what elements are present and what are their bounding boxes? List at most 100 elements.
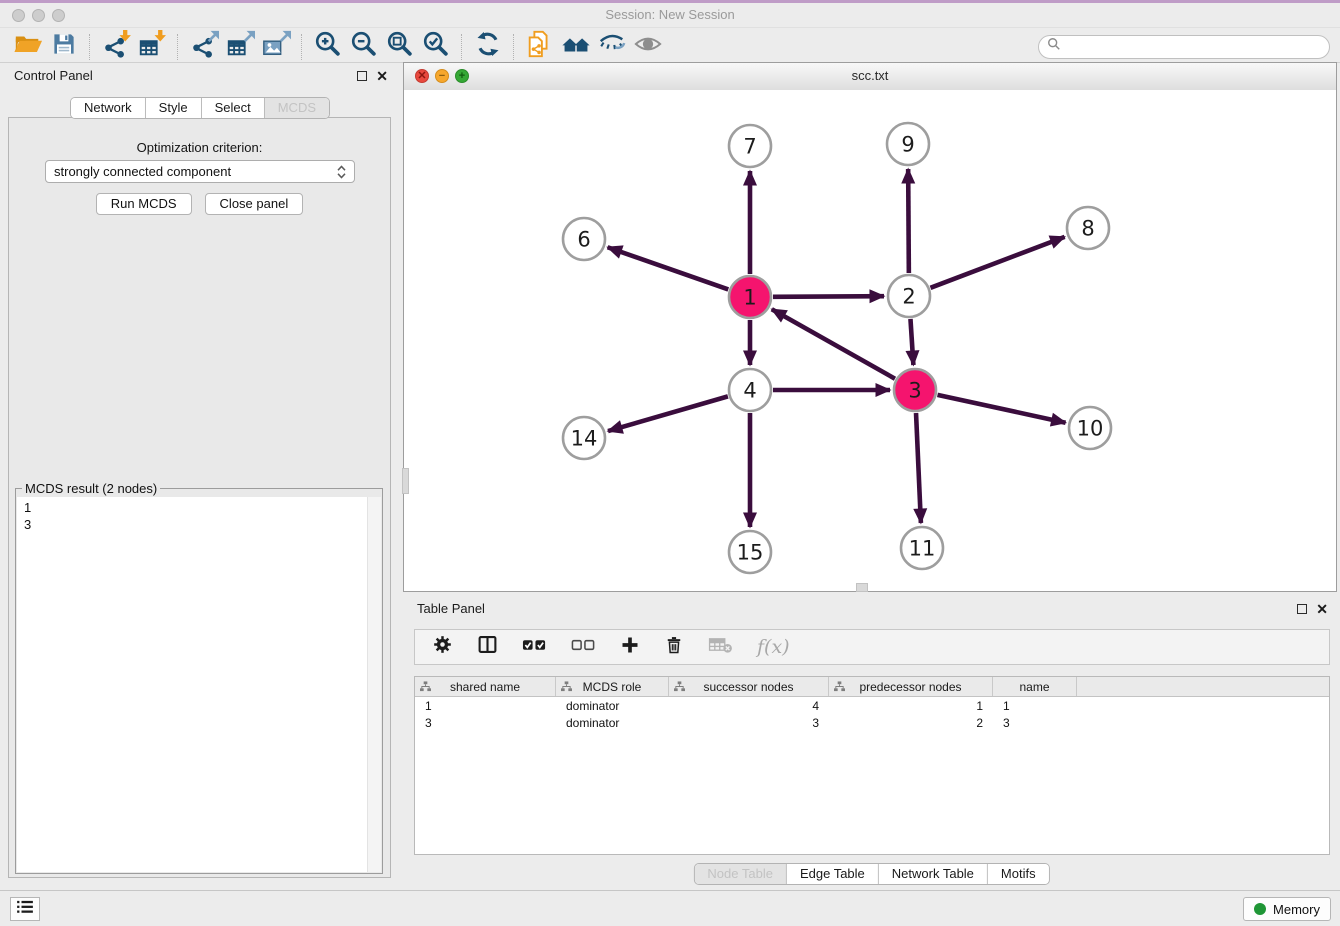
task-history-button[interactable] xyxy=(10,897,40,921)
maximize-view-button[interactable]: + xyxy=(455,69,469,83)
graph-edge-2-8[interactable] xyxy=(931,237,1065,288)
tab-mcds[interactable]: MCDS xyxy=(265,98,329,118)
tree-icon xyxy=(420,681,431,695)
graph-edge-3-10[interactable] xyxy=(937,395,1065,423)
import-network-icon xyxy=(101,29,131,64)
graph-node-3[interactable]: 3 xyxy=(894,369,936,411)
graph-node-2[interactable]: 2 xyxy=(888,275,930,317)
table-cell: 1 xyxy=(829,699,993,713)
zoom-fit-button[interactable] xyxy=(382,32,418,62)
tree-icon xyxy=(834,681,845,695)
style-detail-button[interactable] xyxy=(594,32,630,62)
tab-node-table[interactable]: Node Table xyxy=(694,864,787,884)
select-all-button[interactable] xyxy=(522,637,547,658)
home-view-button[interactable] xyxy=(558,32,594,62)
export-image-button[interactable] xyxy=(258,32,294,62)
open-session-button[interactable] xyxy=(10,32,46,62)
column-header-name[interactable]: name xyxy=(993,677,1077,696)
import-network-button[interactable] xyxy=(98,32,134,62)
tab-style[interactable]: Style xyxy=(146,98,202,118)
tab-network[interactable]: Network xyxy=(71,98,146,118)
close-view-button[interactable]: ✕ xyxy=(415,69,429,83)
import-table-button[interactable] xyxy=(134,32,170,62)
show-columns-button[interactable] xyxy=(477,634,498,660)
result-scrollbar[interactable] xyxy=(367,497,381,872)
table-row[interactable]: 1dominator411 xyxy=(415,697,1329,714)
graph-edge-3-11[interactable] xyxy=(916,413,921,523)
graph-edge-3-1[interactable] xyxy=(772,309,895,378)
show-hide-button[interactable] xyxy=(630,32,666,62)
search-input[interactable] xyxy=(1066,38,1321,55)
minimize-view-button[interactable]: − xyxy=(435,69,449,83)
save-session-button[interactable] xyxy=(46,32,82,62)
close-panel-button[interactable]: Close panel xyxy=(205,193,304,215)
save-icon xyxy=(50,30,78,63)
node-label: 8 xyxy=(1081,217,1094,241)
graph-node-4[interactable]: 4 xyxy=(729,369,771,411)
column-header-successor-nodes[interactable]: successor nodes xyxy=(669,677,829,696)
toolbar-separator xyxy=(89,34,91,60)
table-settings-button[interactable] xyxy=(432,634,453,660)
tab-select[interactable]: Select xyxy=(202,98,265,118)
function-builder-button[interactable]: f(x) xyxy=(757,636,790,658)
tab-edge-table[interactable]: Edge Table xyxy=(787,864,879,884)
deselect-all-button[interactable] xyxy=(571,637,596,658)
column-header-shared-name[interactable]: shared name xyxy=(415,677,556,696)
tab-network-table[interactable]: Network Table xyxy=(879,864,988,884)
export-table-button[interactable] xyxy=(222,32,258,62)
table-row[interactable]: 3dominator323 xyxy=(415,714,1329,731)
table-cell: 3 xyxy=(669,716,829,730)
columns-icon xyxy=(477,634,498,660)
add-column-button[interactable] xyxy=(620,635,640,660)
toolbar-separator xyxy=(513,34,515,60)
graph-edge-4-14[interactable] xyxy=(608,396,728,431)
graph-node-10[interactable]: 10 xyxy=(1069,407,1111,449)
graph-node-15[interactable]: 15 xyxy=(729,531,771,573)
graph-node-8[interactable]: 8 xyxy=(1067,207,1109,249)
export-table-icon xyxy=(225,29,255,64)
column-header-predecessor-nodes[interactable]: predecessor nodes xyxy=(829,677,993,696)
network-file-icon xyxy=(525,29,555,64)
graph-node-14[interactable]: 14 xyxy=(563,417,605,459)
graph-node-9[interactable]: 9 xyxy=(887,123,929,165)
memory-button[interactable]: Memory xyxy=(1243,897,1331,921)
close-table-panel-icon[interactable]: ✕ xyxy=(1316,603,1328,615)
tab-motifs[interactable]: Motifs xyxy=(988,864,1049,884)
column-header-mcds-role[interactable]: MCDS role xyxy=(556,677,669,696)
network-graph[interactable]: 7 9 6 8 1 2 4 3 14 10 15 11 xyxy=(404,90,1336,591)
graph-node-7[interactable]: 7 xyxy=(729,125,771,167)
minimize-window-button[interactable] xyxy=(32,9,45,22)
delete-table-button[interactable] xyxy=(708,635,733,659)
run-mcds-button[interactable]: Run MCDS xyxy=(96,193,192,215)
network-window-titlebar[interactable]: ✕ − + scc.txt xyxy=(404,63,1336,91)
network-canvas[interactable]: 7 9 6 8 1 2 4 3 14 10 15 11 xyxy=(404,90,1336,591)
graph-edge-2-9[interactable] xyxy=(908,169,909,273)
graph-edge-2-3[interactable] xyxy=(910,319,913,365)
export-network-button[interactable] xyxy=(186,32,222,62)
vertical-splitter-grip[interactable] xyxy=(856,583,868,592)
graph-edge-1-2[interactable] xyxy=(773,296,884,297)
delete-column-button[interactable] xyxy=(664,635,684,660)
horizontal-splitter-grip[interactable] xyxy=(402,468,409,494)
graph-node-11[interactable]: 11 xyxy=(901,527,943,569)
new-network-button[interactable] xyxy=(522,32,558,62)
zoom-out-button[interactable] xyxy=(346,32,382,62)
main-toolbar xyxy=(0,31,1340,63)
float-panel-icon[interactable] xyxy=(357,71,367,81)
graph-edge-1-6[interactable] xyxy=(608,247,729,289)
apply-layout-button[interactable] xyxy=(470,32,506,62)
close-window-button[interactable] xyxy=(12,9,25,22)
zoom-window-button[interactable] xyxy=(52,9,65,22)
zoom-selected-button[interactable] xyxy=(418,32,454,62)
table-panel-tabs: Node TableEdge TableNetwork TableMotifs xyxy=(693,863,1049,885)
search-box[interactable] xyxy=(1038,35,1330,59)
graph-node-6[interactable]: 6 xyxy=(563,218,605,260)
zoom-in-button[interactable] xyxy=(310,32,346,62)
graph-node-1[interactable]: 1 xyxy=(729,276,771,318)
zoom-in-icon xyxy=(313,29,343,64)
window-traffic-lights xyxy=(12,9,65,22)
criterion-dropdown[interactable]: strongly connected component xyxy=(45,160,355,183)
close-panel-icon[interactable]: ✕ xyxy=(376,70,388,82)
node-label: 14 xyxy=(571,427,598,451)
float-table-panel-icon[interactable] xyxy=(1297,604,1307,614)
